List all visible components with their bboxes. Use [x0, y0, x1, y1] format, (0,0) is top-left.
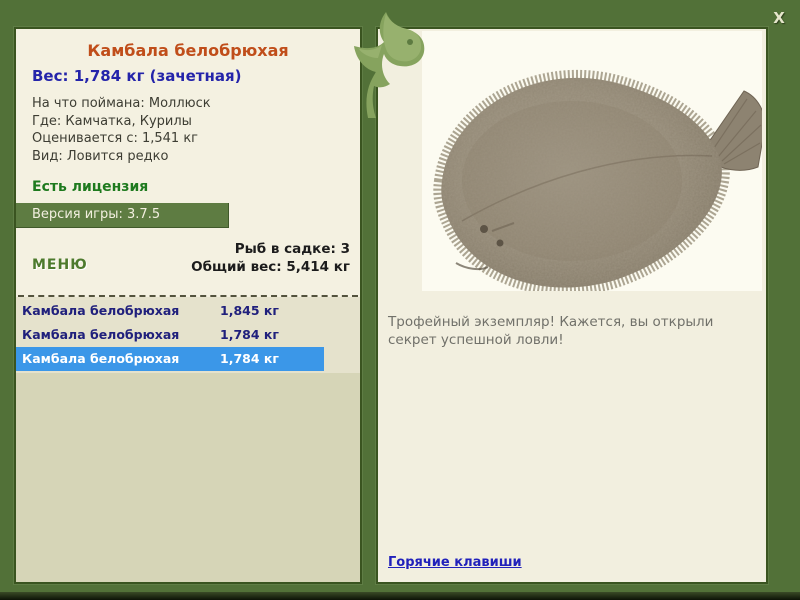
fish-weight: Вес: 1,784 кг (зачетная): [32, 67, 242, 85]
trophy-message: Трофейный экземпляр! Кажется, вы открыли…: [388, 314, 714, 348]
flounder-photo: [422, 31, 762, 291]
catch-row[interactable]: Камбала белобрюхая 1,784 кг: [16, 323, 360, 347]
catch-row-weight: 1,784 кг: [220, 351, 279, 366]
catch-row[interactable]: Камбала белобрюхая 1,845 кг: [16, 299, 360, 323]
fish-details: На что поймана: Моллюск Где: Камчатка, К…: [32, 95, 211, 165]
sack-fish-count: Рыб в садке: 3: [234, 241, 350, 257]
sack-total-weight: Общий вес: 5,414 кг: [191, 258, 350, 275]
catch-row-name: Камбала белобрюхая: [22, 327, 180, 342]
catch-row-weight: 1,845 кг: [220, 303, 279, 318]
bottom-strip: [0, 592, 800, 600]
catch-list: Камбала белобрюхая 1,845 кг Камбала бело…: [16, 297, 360, 582]
fish-title: Камбала белобрюхая: [87, 41, 289, 60]
detail-location: Где: Камчатка, Курилы: [32, 113, 192, 129]
trophy-panel: ТРОФЕЙ: [376, 27, 768, 584]
game-window: X Камбала белобрюхая Вес: 1,784 кг (заче…: [0, 0, 800, 600]
detail-bait: На что поймана: Моллюск: [32, 96, 211, 111]
catch-panel: Камбала белобрюхая Вес: 1,784 кг (зачетн…: [14, 27, 362, 584]
detail-rarity: Вид: Ловится редко: [32, 148, 169, 164]
game-version-bar: Версия игры: 3.7.5: [16, 203, 229, 228]
sack-info: Рыб в садке: 3 Общий вес: 5,414 кг: [191, 241, 350, 276]
detail-min-weight: Оценивается с: 1,541 кг: [32, 131, 199, 146]
catch-row-name: Камбала белобрюхая: [22, 303, 180, 318]
close-button[interactable]: X: [766, 7, 792, 29]
hotkeys-link[interactable]: Горячие клавиши: [388, 555, 522, 570]
license-status: Есть лицензия: [32, 179, 149, 195]
catch-row-name: Камбала белобрюхая: [22, 351, 180, 366]
catch-row-selected[interactable]: Камбала белобрюхая 1,784 кг: [16, 347, 324, 371]
catch-row-weight: 1,784 кг: [220, 327, 279, 342]
menu-button[interactable]: МЕНЮ: [32, 257, 88, 273]
